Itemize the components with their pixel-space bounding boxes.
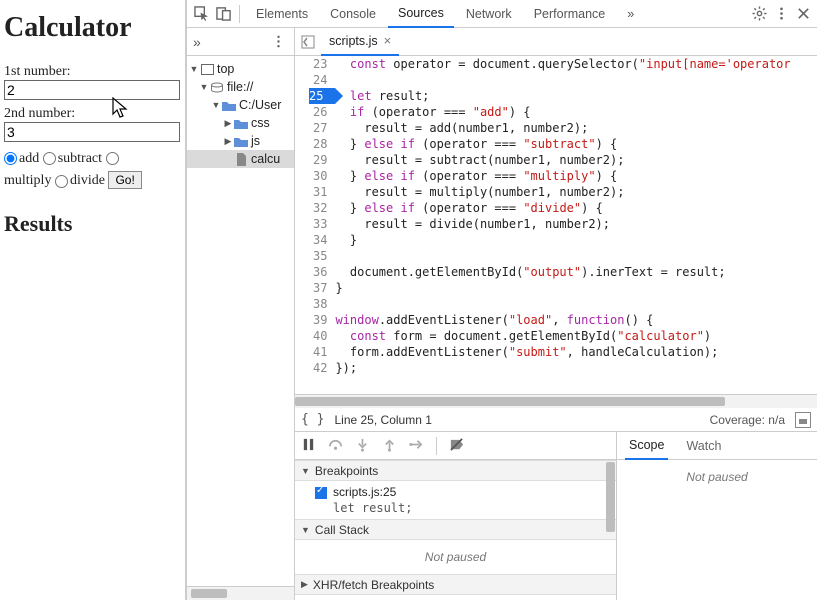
kebab-icon[interactable]: [771, 4, 791, 24]
breakpoint-checkbox[interactable]: [315, 487, 327, 499]
file-tab-close-icon[interactable]: ×: [384, 33, 392, 48]
tree-top[interactable]: ▼top: [187, 60, 294, 78]
code-pane: scripts.js × 232425262728293031323334353…: [295, 28, 817, 600]
nav-overflow[interactable]: »: [193, 34, 201, 50]
deactivate-breakpoints-icon[interactable]: [449, 437, 464, 455]
label-number2: 2nd number:: [4, 106, 181, 122]
device-icon[interactable]: [213, 4, 233, 24]
tab-sources[interactable]: Sources: [388, 0, 454, 28]
label-divide: divide: [70, 173, 105, 188]
tree-js-folder[interactable]: ▶js: [187, 132, 294, 150]
editor-status-bar: { } Line 25, Column 1 Coverage: n/a: [295, 408, 817, 432]
tabs-overflow[interactable]: »: [617, 0, 644, 28]
file-tree[interactable]: ▼top ▼file:// ▼C:/User ▶css ▶js calcu: [187, 56, 294, 586]
file-tab-scripts[interactable]: scripts.js ×: [321, 28, 399, 56]
code-editor[interactable]: 2324252627282930313233343536373839404142…: [295, 56, 817, 394]
breakpoint-item[interactable]: scripts.js:25 let result;: [295, 481, 616, 519]
step-icon[interactable]: [409, 437, 424, 455]
radio-add[interactable]: [4, 152, 17, 165]
tree-css-folder[interactable]: ▶css: [187, 114, 294, 132]
devtools-panel: Elements Console Sources Network Perform…: [186, 0, 817, 600]
input-number1[interactable]: [4, 80, 180, 100]
pause-icon[interactable]: [301, 437, 316, 455]
navigator-hscroll[interactable]: [187, 586, 294, 600]
debugger-right: Scope Watch Not paused: [617, 432, 817, 600]
debugger-pane: ▼Breakpoints scripts.js:25 let result; ▼…: [295, 432, 817, 600]
callstack-not-paused: Not paused: [295, 540, 616, 574]
page-title: Calculator: [4, 12, 181, 44]
cursor-position: Line 25, Column 1: [334, 413, 431, 427]
label-number1: 1st number:: [4, 64, 181, 80]
label-subtract: subtract: [58, 151, 102, 166]
section-breakpoints[interactable]: ▼Breakpoints: [295, 460, 616, 481]
radio-multiply[interactable]: [106, 152, 119, 165]
coverage-status: Coverage: n/a: [710, 413, 785, 427]
scope-not-paused: Not paused: [617, 460, 817, 494]
step-into-icon[interactable]: [355, 437, 370, 455]
pretty-print-icon[interactable]: { }: [301, 412, 324, 427]
editor-hscroll[interactable]: [295, 394, 817, 408]
input-number2[interactable]: [4, 122, 180, 142]
breakpoint-code: let result;: [315, 501, 608, 515]
tab-scope[interactable]: Scope: [625, 432, 668, 460]
radio-subtract[interactable]: [43, 152, 56, 165]
file-tabs: scripts.js ×: [295, 28, 817, 56]
section-xhr-breakpoints[interactable]: ▶XHR/fetch Breakpoints: [295, 574, 616, 595]
tab-network[interactable]: Network: [456, 0, 522, 28]
page-content: Calculator 1st number: 2nd number: add s…: [0, 0, 186, 600]
tab-console[interactable]: Console: [320, 0, 386, 28]
tree-file-calcu[interactable]: calcu: [187, 150, 294, 168]
section-callstack[interactable]: ▼Call Stack: [295, 519, 616, 540]
label-add: add: [19, 151, 39, 166]
breakpoint-label: scripts.js:25: [333, 485, 396, 499]
navigator-pane: » ▼top ▼file:// ▼C:/User ▶css ▶js calcu: [187, 28, 295, 600]
step-over-icon[interactable]: [328, 437, 343, 455]
tab-watch[interactable]: Watch: [682, 432, 725, 460]
go-button[interactable]: Go!: [108, 171, 141, 189]
inspect-icon[interactable]: [191, 4, 211, 24]
devtools-toolbar: Elements Console Sources Network Perform…: [187, 0, 817, 28]
tree-file-origin[interactable]: ▼file://: [187, 78, 294, 96]
radio-divide[interactable]: [55, 175, 68, 188]
debugger-vscroll[interactable]: [606, 462, 615, 532]
debugger-left: ▼Breakpoints scripts.js:25 let result; ▼…: [295, 432, 617, 600]
nav-toggle-icon[interactable]: [299, 35, 317, 49]
step-out-icon[interactable]: [382, 437, 397, 455]
file-tab-label: scripts.js: [329, 34, 378, 48]
gear-icon[interactable]: [749, 4, 769, 24]
tree-root-folder[interactable]: ▼C:/User: [187, 96, 294, 114]
results-heading: Results: [4, 211, 181, 237]
dock-icon[interactable]: [795, 412, 811, 428]
nav-kebab-icon[interactable]: [268, 32, 288, 52]
label-multiply: multiply: [4, 173, 51, 188]
tab-elements[interactable]: Elements: [246, 0, 318, 28]
debug-controls: [295, 432, 616, 460]
tab-performance[interactable]: Performance: [524, 0, 616, 28]
close-icon[interactable]: [793, 4, 813, 24]
